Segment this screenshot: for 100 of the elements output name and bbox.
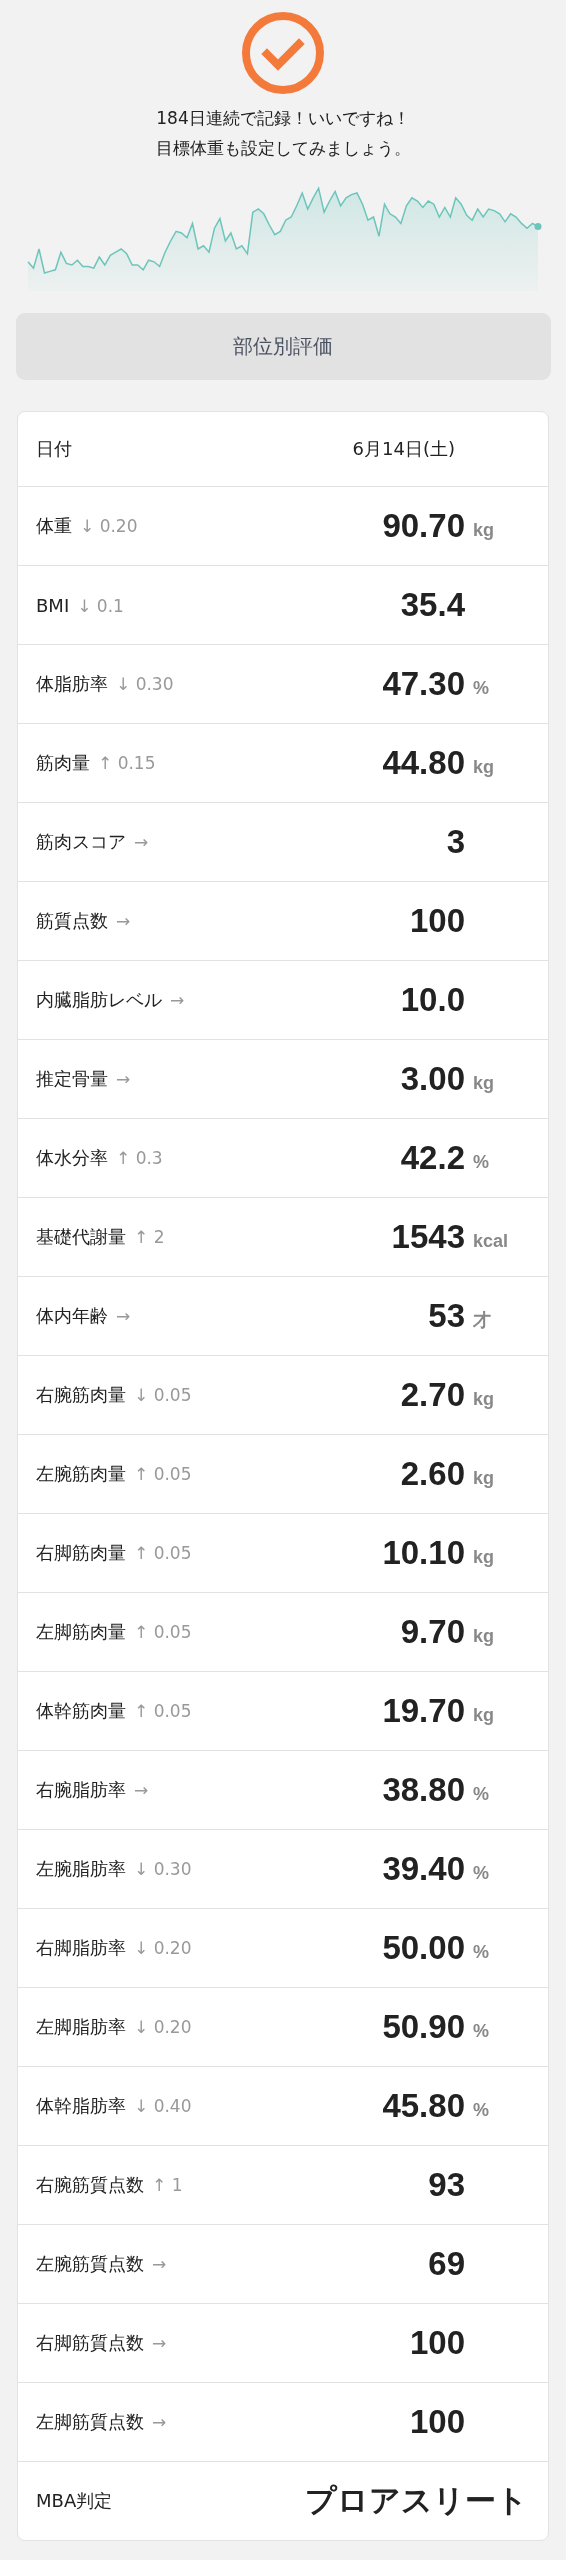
metric-value: 47.30 <box>382 665 465 703</box>
metric-value: 10.10 <box>382 1534 465 1572</box>
change-indicator: ↓ 0.30 <box>116 674 174 694</box>
metric-value: 69 <box>428 2245 465 2283</box>
metric-value: 42.2 <box>400 1139 465 1177</box>
change-indicator: → <box>152 2254 167 2274</box>
metric-value: 1543 <box>391 1218 465 1256</box>
unit-label: % <box>473 2020 489 2041</box>
metric-label: 右腕脂肪率 <box>36 1778 126 1802</box>
metric-value: 93 <box>428 2166 465 2204</box>
metric-label: 左腕筋肉量 <box>36 1462 126 1486</box>
metric-value: 35.4 <box>400 586 465 624</box>
unit-label: kg <box>473 1072 494 1093</box>
metric-label: BMI <box>36 594 70 616</box>
change-indicator: ↑ 0.05 <box>134 1701 192 1721</box>
unit-label: % <box>473 1862 489 1883</box>
change-indicator: ↓ 0.05 <box>134 1385 192 1405</box>
date-value: 6月14日(土) <box>352 437 455 461</box>
metric-value: 39.40 <box>382 1850 465 1888</box>
change-indicator: → <box>116 911 131 931</box>
unit-label: kcal <box>473 1230 509 1251</box>
metric-label: 体水分率 <box>36 1146 108 1170</box>
change-indicator: ↑ 0.3 <box>116 1148 163 1168</box>
metric-label: 日付 <box>36 437 72 461</box>
change-indicator: ↑ 0.05 <box>134 1543 192 1563</box>
change-indicator: → <box>152 2412 167 2432</box>
metric-value: 3.00 <box>400 1060 465 1098</box>
metric-value: 3 <box>446 823 465 861</box>
metric-label: 左腕脂肪率 <box>36 1857 126 1881</box>
change-indicator: → <box>134 832 149 852</box>
metric-label: 筋質点数 <box>36 909 108 933</box>
metric-value: 10.0 <box>400 981 465 1019</box>
unit-label: kg <box>473 1467 494 1488</box>
change-indicator: ↓ 0.1 <box>77 595 124 616</box>
metric-value: 19.70 <box>382 1692 465 1730</box>
unit-label: % <box>473 1151 489 1172</box>
metric-label: 内臓脂肪レベル <box>36 988 162 1012</box>
metric-label: 左腕筋質点数 <box>36 2252 144 2276</box>
metric-label: 基礎代謝量 <box>36 1225 126 1249</box>
metric-label: 体幹筋肉量 <box>36 1699 126 1723</box>
metric-value: 45.80 <box>382 2087 465 2125</box>
metric-value: 50.00 <box>382 1929 465 1967</box>
change-indicator: → <box>170 990 185 1010</box>
unit-label: kg <box>473 519 494 540</box>
unit-label: kg <box>473 1388 494 1409</box>
unit-label: kg <box>473 1546 494 1567</box>
metric-value: 100 <box>409 2403 465 2441</box>
change-indicator: ↓ 0.20 <box>134 2017 192 2037</box>
metric-label: 右脚筋質点数 <box>36 2331 144 2355</box>
change-indicator: ↓ 0.30 <box>134 1859 192 1879</box>
change-indicator: → <box>134 1780 149 1800</box>
change-indicator: → <box>116 1306 131 1326</box>
metric-value: 2.70 <box>400 1376 465 1414</box>
unit-label: kg <box>473 1625 494 1646</box>
metric-label: 右脚脂肪率 <box>36 1936 126 1960</box>
metric-value: 44.80 <box>382 744 465 782</box>
unit-label: kg <box>473 756 494 777</box>
metric-label: 体脂肪率 <box>36 672 108 696</box>
metric-label: MBA判定 <box>36 2489 113 2513</box>
metric-value: 53 <box>428 1297 465 1335</box>
change-indicator: ↑ 2 <box>134 1227 165 1247</box>
metric-value: 38.80 <box>382 1771 465 1809</box>
metric-value: 90.70 <box>382 507 465 545</box>
metric-label: 左脚筋質点数 <box>36 2410 144 2434</box>
metric-label: 右腕筋質点数 <box>36 2173 144 2197</box>
metric-label: 右脚筋肉量 <box>36 1541 126 1565</box>
unit-label: % <box>473 2099 489 2120</box>
metric-label: 筋肉量 <box>36 751 90 775</box>
metric-label: 体幹脂肪率 <box>36 2094 126 2118</box>
metric-value: 50.90 <box>382 2008 465 2046</box>
change-indicator: ↑ 1 <box>152 2175 183 2195</box>
change-indicator: ↑ 0.05 <box>134 1464 192 1484</box>
unit-label: % <box>473 1783 489 1804</box>
metric-label: 推定骨量 <box>36 1067 108 1091</box>
metric-label: 体重 <box>36 514 72 538</box>
change-indicator: ↓ 0.20 <box>134 1938 192 1958</box>
check-circle-icon <box>241 11 325 95</box>
metric-label: 筋肉スコア <box>36 830 126 854</box>
unit-label: % <box>473 1941 489 1962</box>
metric-value: 100 <box>409 902 465 940</box>
metric-label: 右腕筋肉量 <box>36 1383 126 1407</box>
metric-label: 体内年齢 <box>36 1304 108 1328</box>
unit-label: kg <box>473 1704 494 1725</box>
metric-label: 左脚脂肪率 <box>36 2015 126 2039</box>
status-message: 目標体重も設定してみましょう。 <box>155 137 411 160</box>
change-indicator: ↑ 0.05 <box>134 1622 192 1642</box>
unit-label: 才 <box>473 1310 491 1330</box>
metric-value: 2.60 <box>400 1455 465 1493</box>
metric-label: 左脚筋肉量 <box>36 1620 126 1644</box>
status-message: 184日連続で記録！いいですね！ <box>156 107 410 130</box>
change-indicator: ↓ 0.40 <box>134 2096 192 2116</box>
change-indicator: → <box>116 1069 131 1089</box>
metric-value: 100 <box>409 2324 465 2362</box>
unit-label: % <box>473 677 489 698</box>
change-indicator: ↑ 0.15 <box>98 753 156 773</box>
change-indicator: ↓ 0.20 <box>80 516 138 536</box>
judgement-value: プロアスリート <box>305 2481 529 2520</box>
metric-value: 9.70 <box>400 1613 465 1651</box>
section-button[interactable]: 部位別評価 <box>15 313 551 380</box>
change-indicator: → <box>152 2333 167 2353</box>
